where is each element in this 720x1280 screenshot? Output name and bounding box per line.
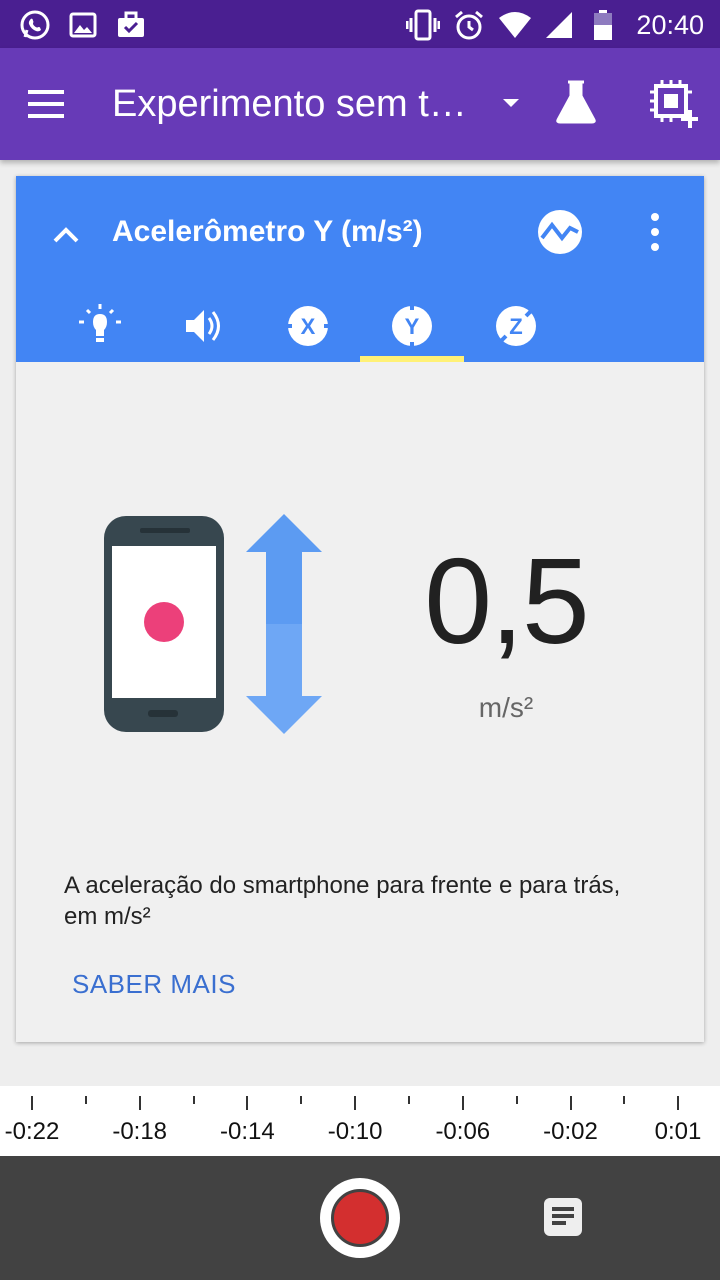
notes-icon[interactable] xyxy=(542,1196,584,1238)
signal-icon xyxy=(542,8,576,42)
timeline-tick xyxy=(192,1096,195,1104)
timeline-tick xyxy=(84,1096,87,1104)
record-icon xyxy=(331,1189,389,1247)
learn-more-button[interactable]: SABER MAIS xyxy=(72,966,236,1002)
status-time: 20:40 xyxy=(636,10,704,40)
sensor-description: A aceleração do smartphone para frente e… xyxy=(64,872,621,930)
timeline-tick xyxy=(138,1096,141,1110)
tab-accel-z[interactable]: Z xyxy=(464,290,568,362)
tab-accel-y[interactable]: Y xyxy=(360,290,464,362)
timeline-tick xyxy=(677,1096,680,1110)
timeline-tick xyxy=(354,1096,357,1110)
accel-y-label: Y xyxy=(405,314,420,339)
add-sensor-icon[interactable] xyxy=(648,78,698,128)
timeline-tick xyxy=(300,1096,303,1104)
tab-selected-indicator xyxy=(360,356,464,362)
record-button[interactable] xyxy=(320,1178,400,1258)
sensor-unit: m/s² xyxy=(478,692,534,723)
sensor-card-header: Acelerômetro Y (m/s²) X Y Z xyxy=(16,176,704,362)
whatsapp-icon xyxy=(18,8,52,42)
image-icon xyxy=(66,8,100,42)
timeline-tick xyxy=(569,1096,572,1110)
bottom-bar xyxy=(0,1156,720,1280)
timeline-tick xyxy=(461,1096,464,1110)
accel-x-icon: X xyxy=(286,306,330,346)
timeline-axis[interactable]: -0:22 -0:18 -0:14 -0:10 -0:06 -0:02 0:01 xyxy=(0,1086,720,1156)
timeline-label: -0:02 xyxy=(543,1118,598,1145)
timeline-label: -0:06 xyxy=(435,1118,491,1145)
accel-z-label: Z xyxy=(509,314,522,339)
phone-illustration xyxy=(102,506,332,746)
timeline-label: 0:01 xyxy=(654,1118,702,1145)
wifi-icon xyxy=(498,8,532,42)
timeline-tick xyxy=(31,1096,33,1110)
accel-x-label: X xyxy=(301,314,316,339)
app-bar: Experimento sem t… xyxy=(0,48,720,160)
status-bar: 20:40 xyxy=(0,0,720,48)
dropdown-arrow-icon[interactable] xyxy=(496,88,526,118)
tab-sound[interactable] xyxy=(152,290,256,362)
battery-icon xyxy=(586,8,620,42)
sensor-title[interactable]: Acelerômetro Y (m/s²) xyxy=(112,210,423,254)
timeline-tick xyxy=(515,1096,518,1104)
sensor-card: Acelerômetro Y (m/s²) X Y Z 0,5 m/s² A a… xyxy=(16,176,704,1042)
timeline-label: -0:18 xyxy=(112,1118,168,1145)
vibrate-icon xyxy=(406,8,440,42)
menu-icon[interactable] xyxy=(24,82,68,126)
timeline-label: -0:22 xyxy=(4,1118,60,1145)
flask-icon[interactable] xyxy=(552,78,600,126)
tab-accel-x[interactable]: X xyxy=(256,290,360,362)
alarm-icon xyxy=(452,8,486,42)
accel-y-icon: Y xyxy=(392,304,432,348)
briefcase-check-icon xyxy=(114,8,148,42)
more-options-icon[interactable] xyxy=(640,210,670,254)
experiment-title[interactable]: Experimento sem t… xyxy=(112,78,467,130)
tab-light[interactable] xyxy=(48,290,152,362)
timeline-tick xyxy=(407,1096,410,1104)
speaker-icon xyxy=(186,310,220,342)
lightbulb-icon xyxy=(79,304,121,342)
timeline-label: -0:14 xyxy=(220,1118,275,1145)
timeline-tick xyxy=(623,1096,626,1104)
graph-toggle-icon[interactable] xyxy=(536,208,584,256)
accel-z-icon: Z xyxy=(496,306,536,346)
sensor-value: 0,5 xyxy=(424,533,590,669)
timeline-label: -0:10 xyxy=(327,1118,383,1145)
timeline-tick xyxy=(246,1096,249,1110)
collapse-chevron-icon[interactable] xyxy=(46,216,86,256)
